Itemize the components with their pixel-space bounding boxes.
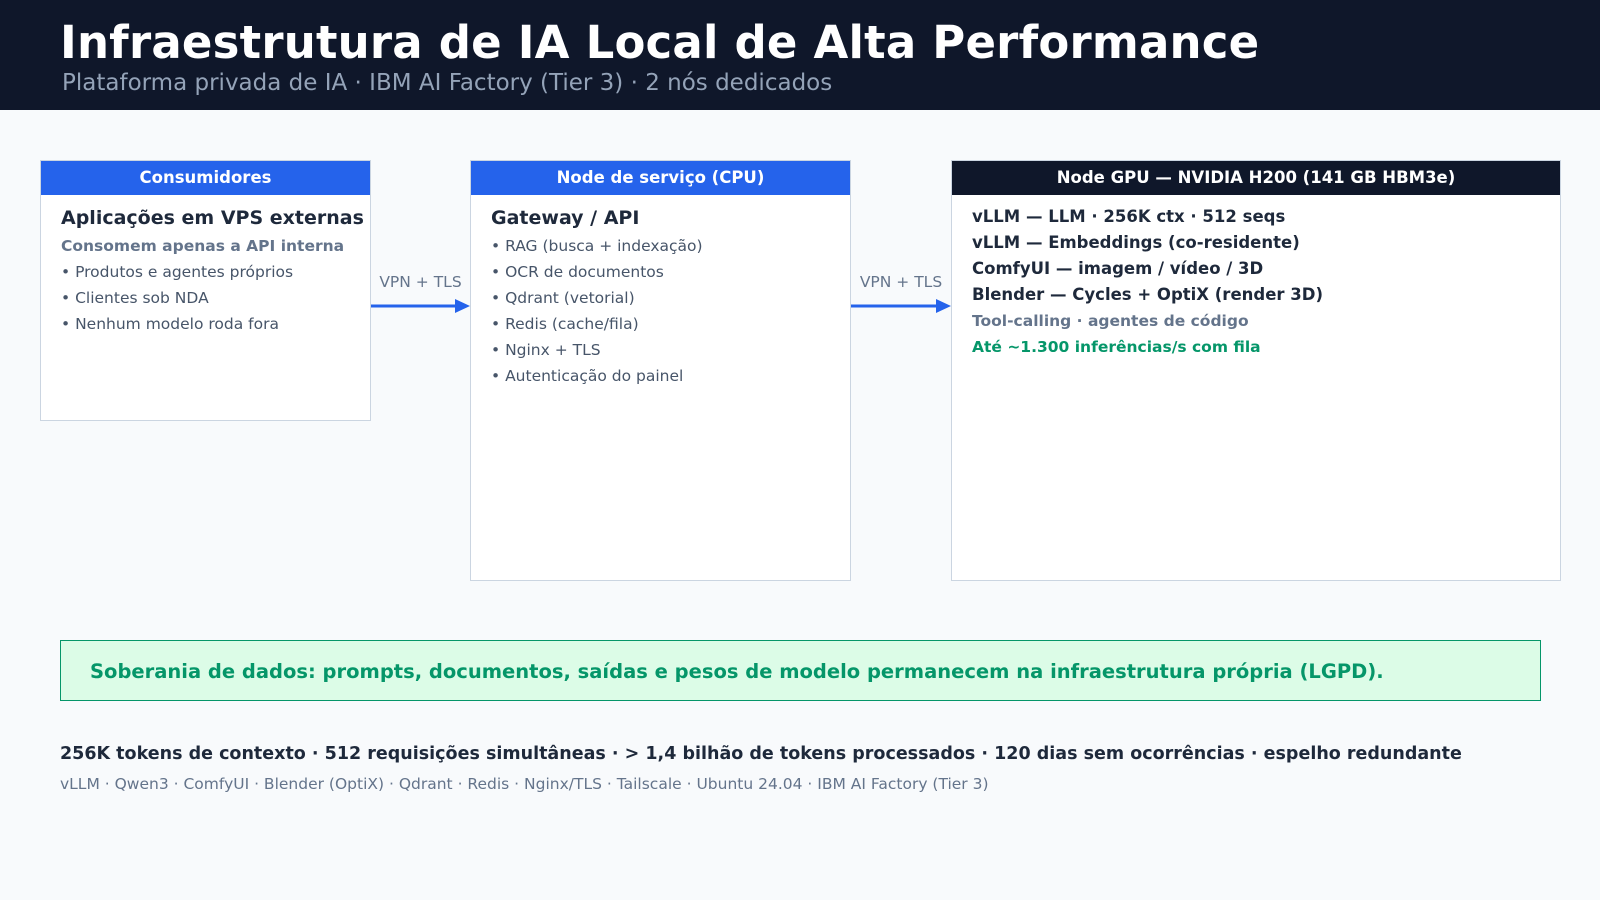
page-subtitle: Plataforma privada de IA · IBM AI Factor… bbox=[62, 70, 833, 96]
service-item: • OCR de documentos bbox=[491, 263, 664, 281]
banner-text: Soberania de dados: prompts, documentos,… bbox=[90, 660, 1384, 683]
connector-label: VPN + TLS bbox=[379, 273, 462, 291]
service-node-header: Node de serviço (CPU) bbox=[471, 161, 850, 195]
arrow-right-icon bbox=[371, 299, 470, 313]
consumers-title: Aplicações em VPS externas bbox=[61, 207, 364, 229]
gpu-tool-calling: Tool-calling · agentes de código bbox=[972, 312, 1249, 330]
consumers-item: • Nenhum modelo roda fora bbox=[61, 315, 279, 333]
consumers-box-header: Consumidores bbox=[41, 161, 370, 195]
gpu-throughput: Até ~1.300 inferências/s com fila bbox=[972, 338, 1261, 356]
header-bar: Infraestrutura de IA Local de Alta Perfo… bbox=[0, 0, 1600, 110]
connector-label: VPN + TLS bbox=[859, 273, 943, 291]
service-item: • Autenticação do painel bbox=[491, 367, 684, 385]
connector-consumers-to-service: VPN + TLS bbox=[371, 273, 470, 313]
service-item: • Qdrant (vetorial) bbox=[491, 289, 635, 307]
consumers-item: • Clientes sob NDA bbox=[61, 289, 209, 307]
gpu-node-body: vLLM — LLM · 256K ctx · 512 seqs vLLM — … bbox=[952, 195, 1560, 360]
service-node-body: Gateway / API • RAG (busca + indexação) … bbox=[471, 195, 850, 389]
connector-service-to-gpu: VPN + TLS bbox=[851, 273, 951, 313]
consumers-subtitle: Consomem apenas a API interna bbox=[61, 237, 345, 255]
service-item: • Nginx + TLS bbox=[491, 341, 601, 359]
gpu-node-box: Node GPU — NVIDIA H200 (141 GB HBM3e) vL… bbox=[951, 160, 1561, 581]
consumers-box: Consumidores Aplicações em VPS externas … bbox=[40, 160, 371, 421]
data-sovereignty-banner: Soberania de dados: prompts, documentos,… bbox=[60, 640, 1541, 701]
consumers-box-body: Aplicações em VPS externas Consomem apen… bbox=[41, 195, 370, 337]
footer-stats: 256K tokens de contexto · 512 requisiçõe… bbox=[60, 744, 1462, 764]
footer-tech-stack: vLLM · Qwen3 · ComfyUI · Blender (OptiX)… bbox=[60, 775, 989, 793]
consumers-item: • Produtos e agentes próprios bbox=[61, 263, 294, 281]
gpu-service-line: Blender — Cycles + OptiX (render 3D) bbox=[972, 285, 1323, 304]
gpu-service-line: vLLM — LLM · 256K ctx · 512 seqs bbox=[972, 207, 1286, 226]
gpu-node-header: Node GPU — NVIDIA H200 (141 GB HBM3e) bbox=[952, 161, 1560, 195]
service-title: Gateway / API bbox=[491, 207, 640, 229]
gpu-service-line: vLLM — Embeddings (co-residente) bbox=[972, 233, 1300, 252]
service-item: • Redis (cache/fila) bbox=[491, 315, 639, 333]
page-title: Infraestrutura de IA Local de Alta Perfo… bbox=[60, 16, 1260, 69]
arrow-right-icon bbox=[851, 299, 951, 313]
service-node-box: Node de serviço (CPU) Gateway / API • RA… bbox=[470, 160, 851, 581]
service-item: • RAG (busca + indexação) bbox=[491, 237, 703, 255]
gpu-service-line: ComfyUI — imagem / vídeo / 3D bbox=[972, 259, 1264, 278]
